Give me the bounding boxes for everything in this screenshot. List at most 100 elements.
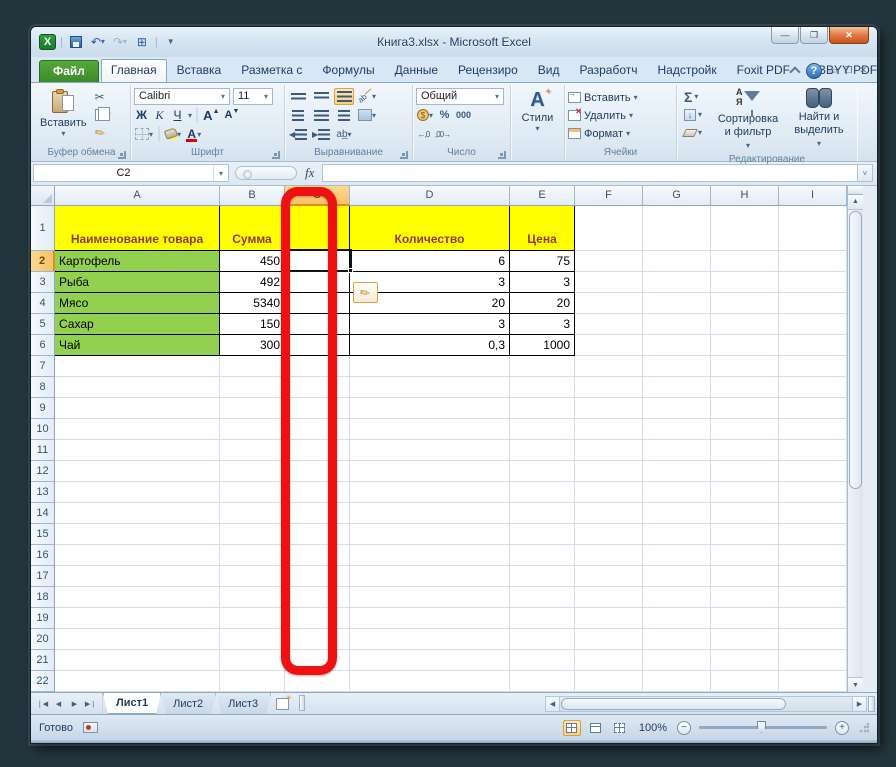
tab-данные[interactable]: Данные bbox=[385, 59, 448, 82]
cell-G13[interactable] bbox=[643, 481, 711, 503]
autosum-button[interactable]: Σ ▾ bbox=[682, 89, 708, 105]
cell-G4[interactable] bbox=[643, 292, 711, 314]
paste-button[interactable]: Вставить ▾ bbox=[36, 87, 91, 146]
cell-G5[interactable] bbox=[643, 313, 711, 335]
increase-decimal-button[interactable]: ←,0 bbox=[416, 126, 431, 142]
cell-F20[interactable] bbox=[575, 628, 643, 650]
shrink-font-button[interactable]: А ▼ bbox=[224, 107, 241, 123]
collapse-ribbon-icon[interactable] bbox=[789, 66, 801, 78]
cell-G10[interactable] bbox=[643, 418, 711, 440]
cell-I10[interactable] bbox=[779, 418, 847, 440]
cell-A16[interactable] bbox=[55, 544, 220, 566]
split-handle[interactable] bbox=[848, 185, 863, 195]
dialog-launcher-icon[interactable] bbox=[498, 150, 506, 159]
zoom-in-button[interactable]: + bbox=[835, 720, 849, 735]
cell-F15[interactable] bbox=[575, 523, 643, 545]
cell-H3[interactable] bbox=[711, 271, 779, 293]
cell-G2[interactable] bbox=[643, 250, 711, 272]
last-sheet-button[interactable]: ▶❘ bbox=[83, 696, 98, 711]
workbook-close-icon[interactable]: ✕ bbox=[859, 65, 867, 76]
cell-E5[interactable]: 3 bbox=[510, 313, 575, 335]
cell-B12[interactable] bbox=[220, 460, 285, 482]
cell-F9[interactable] bbox=[575, 397, 643, 419]
cell-A4[interactable]: Мясо bbox=[55, 292, 220, 314]
dialog-launcher-icon[interactable] bbox=[118, 150, 126, 159]
page-layout-view-button[interactable] bbox=[587, 720, 605, 736]
row-header-8[interactable]: 8 bbox=[31, 376, 55, 398]
cell-A7[interactable] bbox=[55, 355, 220, 377]
align-left-button[interactable] bbox=[288, 107, 308, 124]
cell-I6[interactable] bbox=[779, 334, 847, 356]
cell-H20[interactable] bbox=[711, 628, 779, 650]
row-header-5[interactable]: 5 bbox=[31, 313, 55, 335]
cell-H12[interactable] bbox=[711, 460, 779, 482]
cell-A8[interactable] bbox=[55, 376, 220, 398]
cell-G6[interactable] bbox=[643, 334, 711, 356]
cell-B14[interactable] bbox=[220, 502, 285, 524]
cell-F8[interactable] bbox=[575, 376, 643, 398]
cell-B4[interactable]: 5340 bbox=[220, 292, 285, 314]
cell-H10[interactable] bbox=[711, 418, 779, 440]
zoom-out-button[interactable]: − bbox=[677, 720, 691, 735]
cell-B17[interactable] bbox=[220, 565, 285, 587]
row-header-20[interactable]: 20 bbox=[31, 628, 55, 650]
cell-F4[interactable] bbox=[575, 292, 643, 314]
cell-A21[interactable] bbox=[55, 649, 220, 671]
cell-F5[interactable] bbox=[575, 313, 643, 335]
cell-A12[interactable] bbox=[55, 460, 220, 482]
cell-F10[interactable] bbox=[575, 418, 643, 440]
cell-I11[interactable] bbox=[779, 439, 847, 461]
cell-D16[interactable] bbox=[350, 544, 510, 566]
cell-E14[interactable] bbox=[510, 502, 575, 524]
tab-file[interactable]: Файл bbox=[39, 59, 99, 82]
cell-I17[interactable] bbox=[779, 565, 847, 587]
fill-color-button[interactable]: ▾ bbox=[163, 126, 182, 142]
customize-qat-button[interactable]: ▼ bbox=[162, 34, 180, 50]
cell-F17[interactable] bbox=[575, 565, 643, 587]
cell-G3[interactable] bbox=[643, 271, 711, 293]
cell-F18[interactable] bbox=[575, 586, 643, 608]
cell-H17[interactable] bbox=[711, 565, 779, 587]
dialog-launcher-icon[interactable] bbox=[272, 150, 280, 159]
row-header-4[interactable]: 4 bbox=[31, 292, 55, 314]
wrap-text-button[interactable]: ab̲ ▾ bbox=[334, 126, 354, 143]
row-header-19[interactable]: 19 bbox=[31, 607, 55, 629]
name-box-dropdown-icon[interactable]: ▾ bbox=[213, 165, 228, 182]
cell-B7[interactable] bbox=[220, 355, 285, 377]
cell-H22[interactable] bbox=[711, 670, 779, 692]
cell-D12[interactable] bbox=[350, 460, 510, 482]
workbook-minimize-icon[interactable]: ▭ bbox=[829, 65, 838, 76]
clear-button[interactable]: ▾ bbox=[682, 125, 708, 141]
cell-D1[interactable]: Количество bbox=[350, 205, 510, 251]
cell-E6[interactable]: 1000 bbox=[510, 334, 575, 356]
workbook-restore-icon[interactable]: ❐ bbox=[844, 65, 852, 76]
cell-D10[interactable] bbox=[350, 418, 510, 440]
cell-D7[interactable] bbox=[350, 355, 510, 377]
row-header-7[interactable]: 7 bbox=[31, 355, 55, 377]
cell-H13[interactable] bbox=[711, 481, 779, 503]
cell-H18[interactable] bbox=[711, 586, 779, 608]
cell-E13[interactable] bbox=[510, 481, 575, 503]
cell-G15[interactable] bbox=[643, 523, 711, 545]
cell-G12[interactable] bbox=[643, 460, 711, 482]
tab-scroll-split-handle[interactable] bbox=[299, 695, 306, 712]
align-bottom-button[interactable] bbox=[334, 87, 354, 105]
align-right-button[interactable] bbox=[334, 107, 354, 124]
cell-A10[interactable] bbox=[55, 418, 220, 440]
cell-D11[interactable] bbox=[350, 439, 510, 461]
row-header-6[interactable]: 6 bbox=[31, 334, 55, 356]
tab-foxit-pdf[interactable]: Foxit PDF bbox=[727, 59, 800, 82]
cell-B22[interactable] bbox=[220, 670, 285, 692]
scroll-down-icon[interactable]: ▼ bbox=[848, 677, 863, 693]
cell-I2[interactable] bbox=[779, 250, 847, 272]
cell-E18[interactable] bbox=[510, 586, 575, 608]
cell-H6[interactable] bbox=[711, 334, 779, 356]
cell-I12[interactable] bbox=[779, 460, 847, 482]
cell-H15[interactable] bbox=[711, 523, 779, 545]
cell-F21[interactable] bbox=[575, 649, 643, 671]
align-top-button[interactable] bbox=[288, 88, 308, 105]
cell-B15[interactable] bbox=[220, 523, 285, 545]
grow-font-button[interactable]: А ▲ bbox=[202, 107, 220, 123]
cell-H2[interactable] bbox=[711, 250, 779, 272]
cut-button[interactable]: ✂ bbox=[93, 89, 113, 105]
